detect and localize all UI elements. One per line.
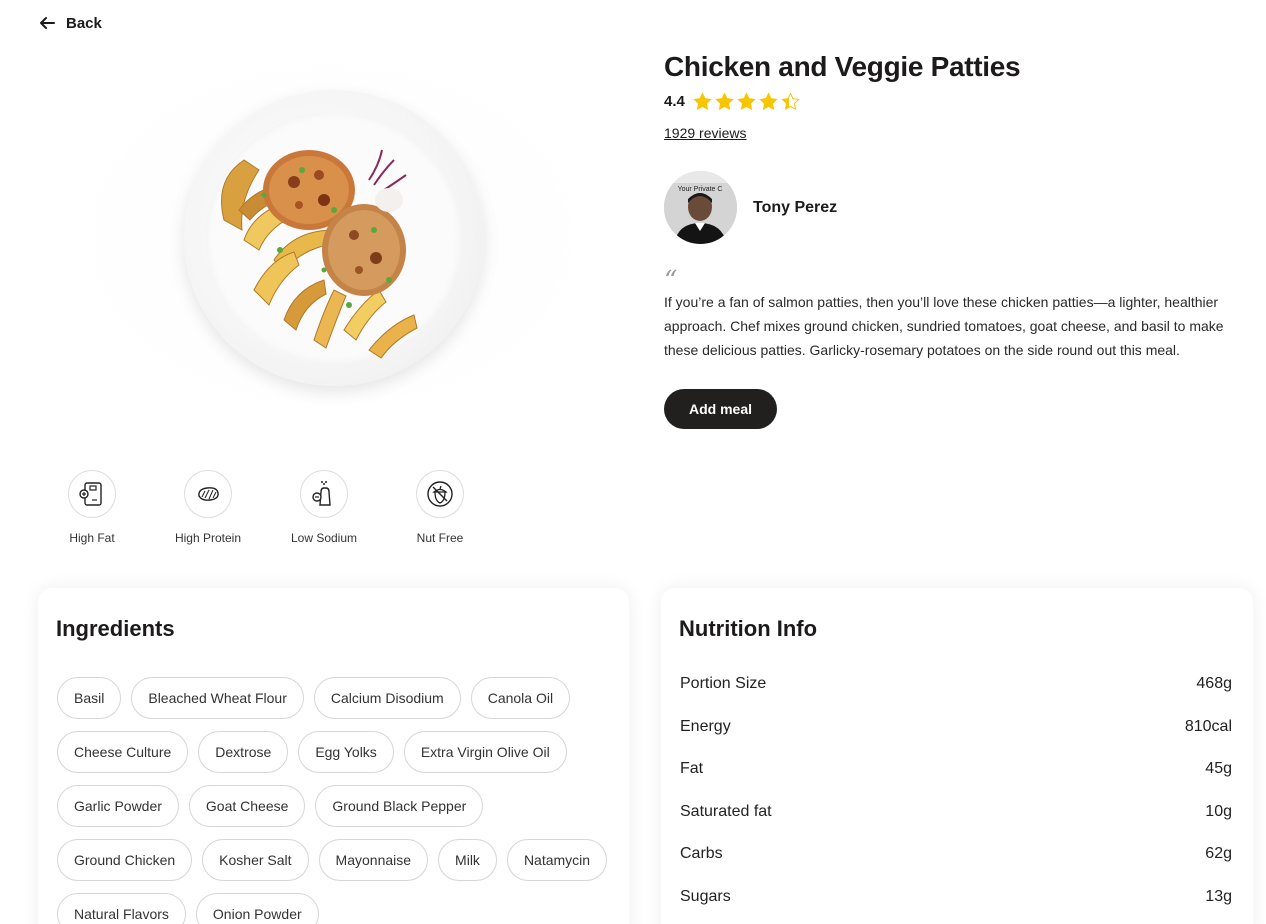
ingredient-chip: Mayonnaise xyxy=(318,839,429,881)
steak-icon xyxy=(198,487,219,501)
nutrition-title: Nutrition Info xyxy=(679,616,818,641)
nutrition-row: Sugars 13g xyxy=(680,876,1232,919)
meal-description: If you’re a fan of salmon patties, then … xyxy=(664,294,1224,358)
ingredient-chip: Bleached Wheat Flour xyxy=(131,677,304,719)
ingredient-chip: Onion Powder xyxy=(195,893,319,924)
ingredient-chip: Ground Black Pepper xyxy=(315,785,484,827)
ingredient-chip: Extra Virgin Olive Oil xyxy=(403,731,567,773)
nutrition-value: 13g xyxy=(1205,887,1232,905)
nutrition-row: Carbs 62g xyxy=(680,833,1232,876)
star-icon xyxy=(693,92,712,110)
nutrition-row: Energy 810cal xyxy=(680,706,1232,749)
ingredient-chip: Basil xyxy=(57,677,122,719)
nutrition-label: Carbs xyxy=(680,845,723,863)
chef-profile[interactable]: Your Private C Tony Perez xyxy=(664,171,837,244)
star-icon xyxy=(781,92,800,110)
nutrition-value: 468g xyxy=(1196,675,1232,693)
nutrition-row: Fat 45g xyxy=(680,748,1232,791)
chef-avatar: Your Private C xyxy=(664,171,737,244)
nutrition-card: Nutrition Info Portion Size 468g Energy 810… xyxy=(661,588,1253,924)
add-meal-button[interactable]: Add meal xyxy=(664,389,777,429)
avatar-caption: Your Private C xyxy=(678,186,723,193)
tag-label: High Protein xyxy=(174,531,242,545)
tag-high-fat: High Fat xyxy=(56,470,128,545)
nutrition-label: Saturated fat xyxy=(680,802,772,820)
chef-name: Tony Perez xyxy=(753,198,838,216)
ingredient-chip: Kosher Salt xyxy=(202,839,309,881)
meal-title: Chicken and Veggie Patties xyxy=(664,51,1021,82)
nutrition-value: 810cal xyxy=(1184,717,1232,735)
ingredients-card: Ingredients Basil Bleached Wheat Flour Cal… xyxy=(38,588,629,924)
ingredient-chip: Natural Flavors xyxy=(57,893,186,924)
nutrition-value: 62g xyxy=(1205,845,1232,863)
tag-label: Nut Free xyxy=(416,531,464,545)
tag-low-sodium: Low Sodium xyxy=(288,470,360,545)
nutrition-row: Saturated fat 10g xyxy=(680,791,1232,834)
nutrition-label: Fat xyxy=(680,760,704,778)
back-label: Back xyxy=(66,14,102,32)
ingredient-chip: Dextrose xyxy=(198,731,289,773)
reviews-link[interactable]: 1929 reviews xyxy=(664,125,747,141)
ingredients-title: Ingredients xyxy=(56,616,175,641)
rating-stars xyxy=(693,92,800,111)
star-icon xyxy=(737,92,756,110)
ingredient-chip: Canola Oil xyxy=(470,677,571,719)
ingredient-chip: Natamycin xyxy=(506,839,608,881)
rating-value: 4.4 xyxy=(664,93,685,110)
ingredient-list: Basil Bleached Wheat Flour Calcium Disodiu… xyxy=(57,677,617,924)
arrow-left-icon xyxy=(40,17,55,29)
ingredient-chip: Ground Chicken xyxy=(57,839,193,881)
nutrition-value: 10g xyxy=(1205,802,1232,820)
ingredient-chip: Garlic Powder xyxy=(57,785,179,827)
salt-shaker-icon xyxy=(312,481,331,506)
nutrition-label: Portion Size xyxy=(680,675,767,693)
scale-plus-icon xyxy=(79,482,102,506)
acorn-crossed-icon xyxy=(427,481,453,507)
back-button[interactable]: Back xyxy=(38,14,102,32)
diet-tags: High Fat High Protein Low Sodium Nut Fre… xyxy=(56,470,476,545)
tag-label: High Fat xyxy=(69,531,115,545)
tag-label: Low Sodium xyxy=(290,531,358,545)
star-icon xyxy=(715,92,734,110)
ingredient-chip: Goat Cheese xyxy=(188,785,306,827)
ingredient-chip: Calcium Disodium xyxy=(313,677,461,719)
star-icon xyxy=(759,92,778,110)
nutrition-label: Sugars xyxy=(680,887,731,905)
meal-photo xyxy=(66,50,598,422)
tag-high-protein: High Protein xyxy=(172,470,244,545)
nutrition-row: Portion Size 468g xyxy=(680,663,1232,706)
rating: 4.4 xyxy=(664,92,800,111)
ingredient-chip: Egg Yolks xyxy=(298,731,394,773)
nutrition-value: 45g xyxy=(1205,760,1232,778)
nutrition-label: Energy xyxy=(680,717,731,735)
ingredient-chip: Cheese Culture xyxy=(57,731,189,773)
ingredient-chip: Milk xyxy=(438,839,497,881)
tag-nut-free: Nut Free xyxy=(404,470,476,545)
nutrition-table: Portion Size 468g Energy 810cal Fat 45g Satura… xyxy=(680,663,1232,918)
